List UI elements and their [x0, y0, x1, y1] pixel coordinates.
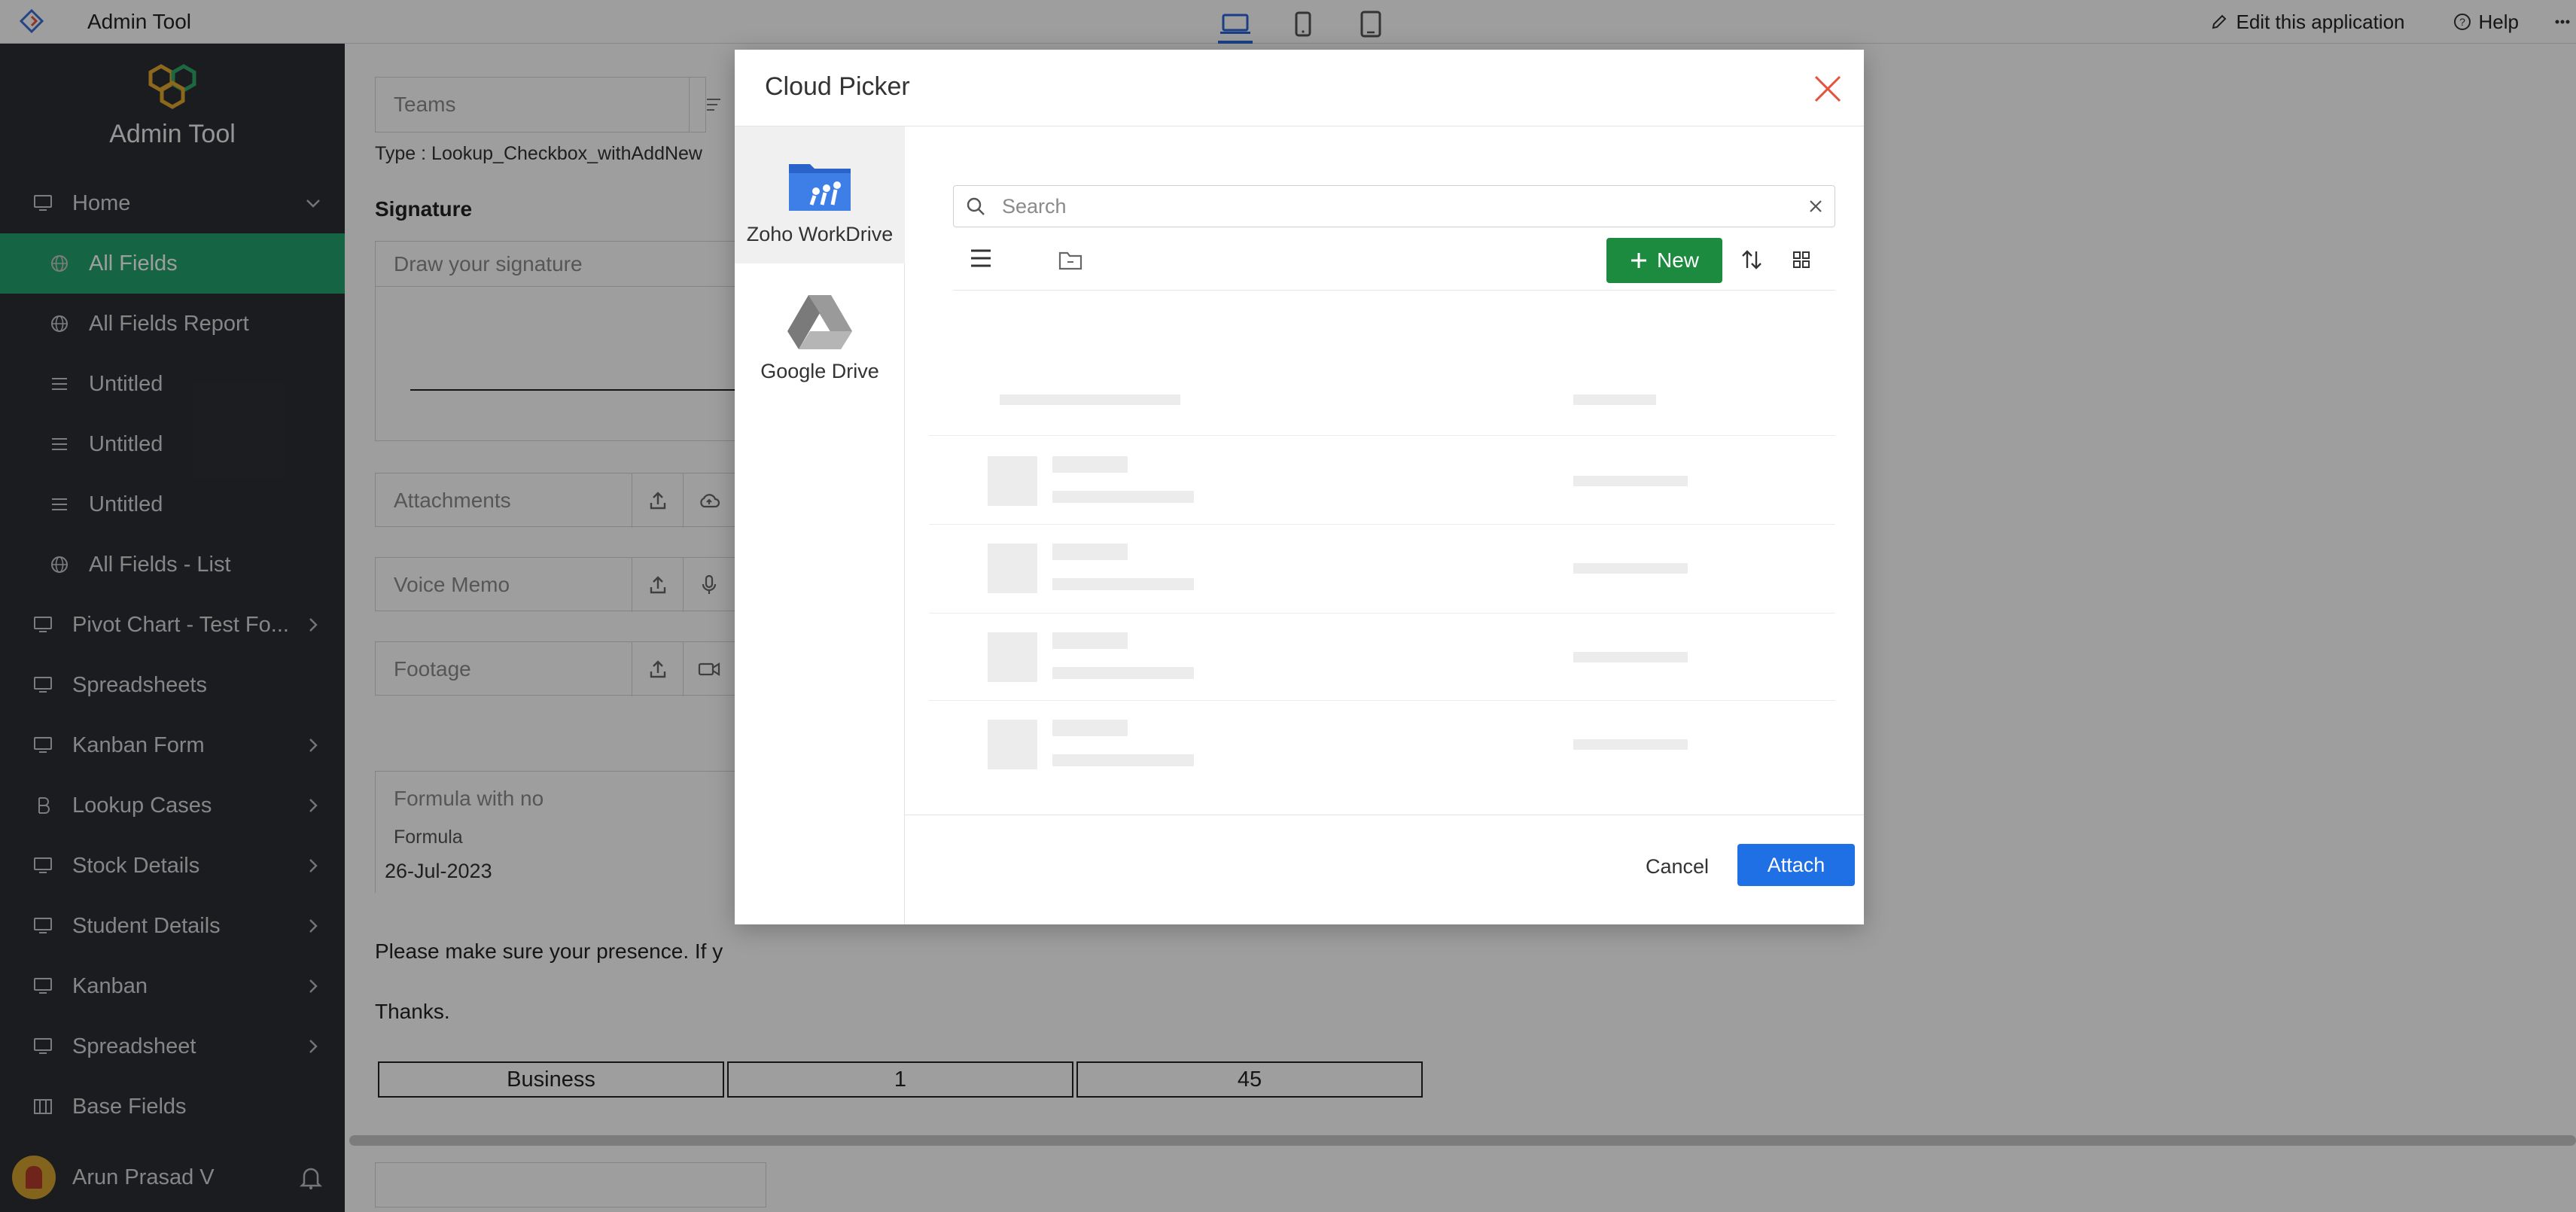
- skeleton-thumb: [988, 720, 1037, 769]
- workdrive-folder-icon: [789, 164, 851, 211]
- skeleton-line: [1052, 754, 1194, 766]
- sort-icon[interactable]: [1740, 248, 1763, 271]
- skeleton-line: [1052, 720, 1128, 736]
- search-box[interactable]: [953, 185, 1835, 227]
- skeleton-line: [1052, 632, 1128, 649]
- row-divider: [929, 700, 1835, 701]
- provider-google-drive[interactable]: Google Drive: [735, 263, 905, 400]
- cancel-button[interactable]: Cancel: [1632, 845, 1722, 888]
- file-browser: New: [905, 126, 1864, 924]
- attach-button[interactable]: Attach: [1737, 844, 1855, 886]
- skeleton-header-date: [1573, 394, 1656, 405]
- dialog-header: Cloud Picker: [735, 50, 1864, 126]
- search-icon: [967, 197, 985, 215]
- row-divider: [929, 435, 1835, 436]
- skeleton-line: [1573, 563, 1688, 574]
- dialog-footer: Cancel Attach: [905, 815, 1864, 924]
- grid-view-icon[interactable]: [1792, 250, 1811, 270]
- skeleton-thumb: [988, 456, 1037, 506]
- search-input[interactable]: [1000, 186, 1783, 227]
- skeleton-line: [1052, 456, 1128, 473]
- clear-search-icon[interactable]: [1807, 198, 1824, 215]
- skeleton-header-name: [1000, 394, 1180, 405]
- new-button-label: New: [1656, 248, 1699, 272]
- skeleton-thumb: [988, 544, 1037, 593]
- folder-icon[interactable]: [1058, 250, 1082, 271]
- skeleton-line: [1052, 667, 1194, 679]
- row-divider: [929, 613, 1835, 614]
- skeleton-line: [1573, 476, 1688, 486]
- skeleton-thumb: [988, 632, 1037, 682]
- new-button[interactable]: New: [1606, 238, 1722, 283]
- skeleton-line: [1573, 739, 1688, 750]
- provider-label: Google Drive: [760, 360, 879, 382]
- plus-icon: [1631, 253, 1646, 268]
- cloud-picker-dialog: Cloud Picker Zoho WorkDrive Google Drive: [735, 50, 1864, 924]
- dialog-title: Cloud Picker: [765, 72, 910, 101]
- skeleton-line: [1052, 491, 1194, 503]
- provider-list: Zoho WorkDrive Google Drive: [735, 126, 905, 924]
- file-toolbar: New: [953, 238, 1835, 291]
- skeleton-line: [1052, 578, 1194, 590]
- hamburger-menu-icon[interactable]: [970, 248, 992, 268]
- close-icon[interactable]: [1811, 72, 1844, 105]
- skeleton-line: [1573, 652, 1688, 662]
- google-drive-icon: [787, 295, 852, 349]
- provider-label: Zoho WorkDrive: [746, 223, 894, 245]
- skeleton-line: [1052, 544, 1128, 560]
- row-divider: [929, 524, 1835, 525]
- provider-zoho-workdrive[interactable]: Zoho WorkDrive: [735, 126, 905, 263]
